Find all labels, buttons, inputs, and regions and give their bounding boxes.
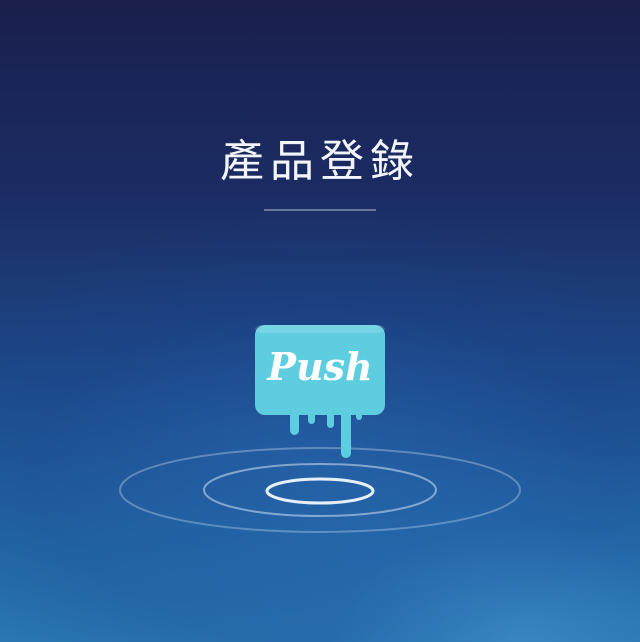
inner-ring: [265, 477, 375, 505]
product-registration-screen: 產品登錄 Push: [0, 0, 640, 642]
logo-text: Push: [266, 344, 372, 389]
push-logo-icon[interactable]: Push: [250, 320, 390, 465]
middle-ring: [203, 463, 437, 517]
